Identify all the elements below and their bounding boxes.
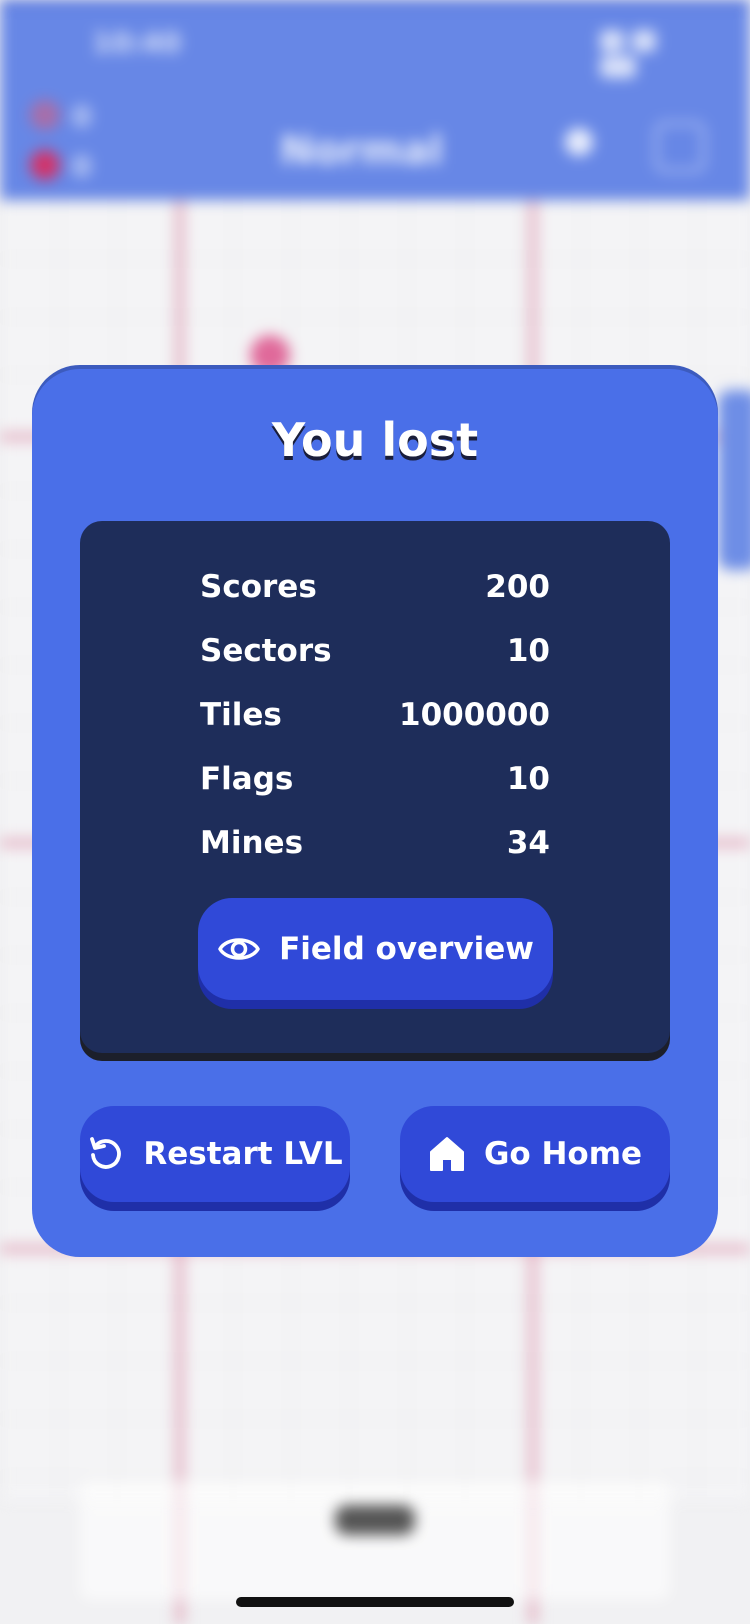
stat-value: 10 bbox=[506, 633, 550, 669]
stat-label: Flags bbox=[200, 761, 294, 797]
home-indicator[interactable] bbox=[236, 1597, 514, 1607]
eye-icon bbox=[217, 932, 261, 966]
menu-icon bbox=[655, 122, 705, 172]
stat-value: 1000000 bbox=[399, 697, 550, 733]
restart-label: Restart LVL bbox=[143, 1136, 343, 1172]
field-overview-button[interactable]: Field overview bbox=[198, 898, 553, 1000]
stat-row-tiles: Tiles 1000000 bbox=[200, 697, 550, 747]
restart-level-button[interactable]: Restart LVL bbox=[80, 1106, 350, 1202]
stat-value: 34 bbox=[506, 825, 550, 861]
stat-label: Scores bbox=[200, 569, 317, 605]
mode-title: Normal bbox=[280, 128, 444, 174]
bottom-pill bbox=[335, 1505, 415, 1535]
stat-label: Sectors bbox=[200, 633, 332, 669]
home-label: Go Home bbox=[483, 1136, 643, 1172]
stat-row-flags: Flags 10 bbox=[200, 761, 550, 811]
status-time: 10:40 bbox=[92, 26, 182, 59]
header-topline bbox=[0, 0, 750, 6]
stat-row-sectors: Sectors 10 bbox=[200, 633, 550, 683]
life-icon bbox=[30, 100, 60, 130]
stat-label: Tiles bbox=[200, 697, 282, 733]
stat-row-mines: Mines 34 bbox=[200, 825, 550, 875]
search-icon bbox=[565, 128, 593, 156]
life-count: 0 bbox=[72, 100, 92, 133]
stat-row-scores: Scores 200 bbox=[200, 569, 550, 619]
stat-value: 200 bbox=[485, 569, 550, 605]
side-card bbox=[718, 390, 750, 570]
bottom-panel bbox=[80, 1480, 670, 1600]
stat-label: Mines bbox=[200, 825, 304, 861]
restart-icon bbox=[87, 1135, 125, 1173]
heart-count: 0 bbox=[72, 150, 92, 183]
stat-value: 10 bbox=[506, 761, 550, 797]
go-home-button[interactable]: Go Home bbox=[400, 1106, 670, 1202]
heart-icon bbox=[30, 150, 60, 180]
dialog-title: You lost bbox=[271, 413, 479, 467]
status-icons bbox=[592, 30, 692, 78]
home-icon bbox=[428, 1135, 466, 1173]
field-overview-label: Field overview bbox=[279, 931, 534, 967]
